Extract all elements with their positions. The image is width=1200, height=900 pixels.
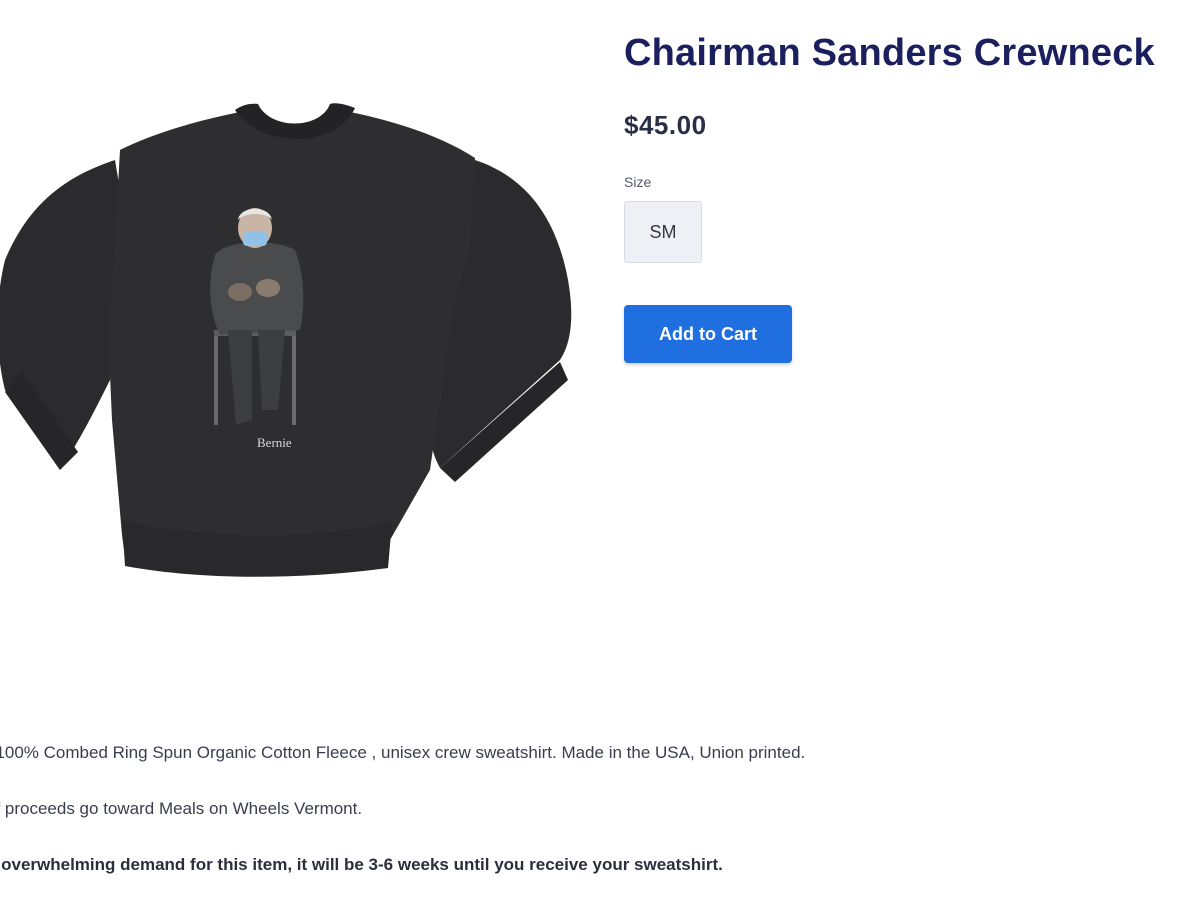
add-to-cart-button[interactable]: Add to Cart: [624, 305, 792, 363]
product-description: , 100% Combed Ring Spun Organic Cotton F…: [0, 738, 1196, 900]
product-price: $45.00: [624, 110, 707, 140]
sweatshirt-image: Bernie: [0, 103, 572, 577]
description-line-proceeds: of proceeds go toward Meals on Wheels Ve…: [0, 799, 363, 818]
print-caption: Bernie: [257, 435, 292, 450]
description-line-shipping-notice: o overwhelming demand for this item, it …: [0, 855, 723, 874]
product-image[interactable]: Bernie: [0, 0, 590, 660]
printed-photo: [208, 205, 308, 445]
description-line-material: , 100% Combed Ring Spun Organic Cotton F…: [0, 743, 806, 762]
size-option-sm[interactable]: SM: [624, 201, 702, 263]
product-title: Chairman Sanders Crewneck: [624, 32, 1155, 74]
size-label: Size: [624, 174, 652, 190]
size-option-label: SM: [649, 221, 677, 242]
